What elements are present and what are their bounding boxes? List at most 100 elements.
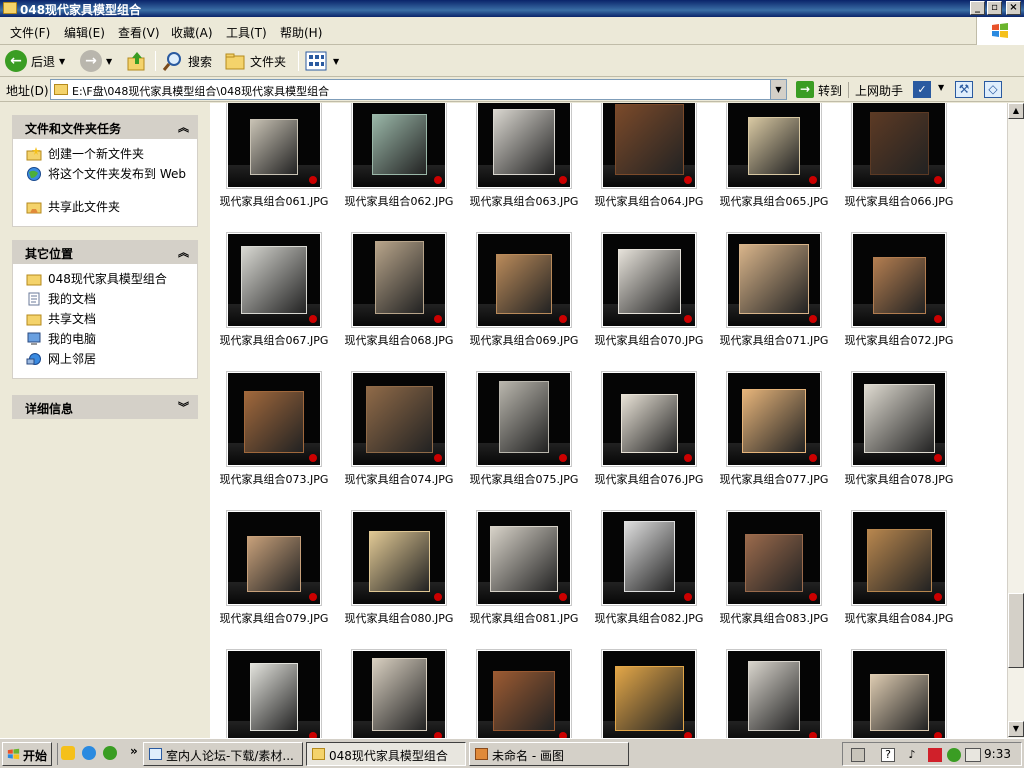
file-name-label[interactable]: 现代家具组合084.JPG xyxy=(834,610,964,626)
file-name-label[interactable]: 现代家具组合080.JPG xyxy=(334,610,464,626)
file-thumbnail[interactable] xyxy=(476,649,572,738)
assistant-check-icon[interactable]: ✓ xyxy=(913,81,931,98)
expand-icon[interactable]: ︾ xyxy=(178,399,189,415)
scroll-thumb[interactable] xyxy=(1008,593,1024,668)
file-name-label[interactable]: 现代家具组合068.JPG xyxy=(334,332,464,348)
quicklaunch-ie-icon[interactable] xyxy=(82,746,96,760)
go-arrow-icon[interactable]: → xyxy=(796,81,814,98)
place-network[interactable]: 网上邻居 xyxy=(21,350,197,370)
file-thumbnail[interactable] xyxy=(726,649,822,738)
file-thumbnail[interactable] xyxy=(601,510,697,606)
file-thumbnail[interactable] xyxy=(226,510,322,606)
file-name-label[interactable]: 现代家具组合065.JPG xyxy=(709,193,839,209)
file-thumbnail[interactable] xyxy=(226,103,322,189)
search-button[interactable]: 搜索 xyxy=(162,49,212,73)
start-button[interactable]: 开始 xyxy=(2,742,52,766)
file-name-label[interactable]: 现代家具组合082.JPG xyxy=(584,610,714,626)
file-name-label[interactable]: 现代家具组合073.JPG xyxy=(210,471,339,487)
views-button[interactable]: ▼ xyxy=(305,49,339,73)
file-thumbnail[interactable] xyxy=(726,232,822,328)
taskbar-button-explorer[interactable]: 048现代家具模型组合 xyxy=(306,742,466,766)
task-publish-web[interactable]: 将这个文件夹发布到 Web xyxy=(21,165,197,198)
file-name-label[interactable]: 现代家具组合066.JPG xyxy=(834,193,964,209)
file-name-label[interactable]: 现代家具组合064.JPG xyxy=(584,193,714,209)
network-tray-icon[interactable] xyxy=(947,748,961,762)
menu-favorites[interactable]: 收藏(A) xyxy=(171,24,213,41)
vertical-scrollbar[interactable]: ▲ ▼ xyxy=(1007,103,1024,738)
back-dropdown-icon[interactable]: ▼ xyxy=(59,57,65,66)
menu-view[interactable]: 查看(V) xyxy=(118,24,160,41)
menu-help[interactable]: 帮助(H) xyxy=(280,24,322,41)
keyboard-icon[interactable] xyxy=(851,748,865,762)
file-thumbnail[interactable] xyxy=(351,232,447,328)
file-thumbnail[interactable] xyxy=(601,232,697,328)
scroll-up-button[interactable]: ▲ xyxy=(1008,103,1024,119)
file-thumbnail[interactable] xyxy=(226,232,322,328)
file-thumbnail[interactable] xyxy=(851,232,947,328)
menu-tools[interactable]: 工具(T) xyxy=(226,24,267,41)
file-thumbnail[interactable] xyxy=(851,649,947,738)
file-thumbnail[interactable] xyxy=(726,103,822,189)
place-shared-documents[interactable]: 共享文档 xyxy=(21,310,197,330)
file-thumbnail[interactable] xyxy=(476,510,572,606)
forward-dropdown-icon[interactable]: ▼ xyxy=(106,57,112,66)
file-thumbnail[interactable] xyxy=(726,371,822,467)
quicklaunch-windows-icon[interactable] xyxy=(61,746,75,760)
folders-button[interactable]: 文件夹 xyxy=(224,49,286,73)
file-thumbnail[interactable] xyxy=(351,649,447,738)
task-share-folder[interactable]: 共享此文件夹 xyxy=(21,198,197,218)
quicklaunch-more-icon[interactable]: » xyxy=(130,744,138,758)
maximize-button[interactable]: ▫ xyxy=(987,1,1002,15)
file-name-label[interactable]: 现代家具组合077.JPG xyxy=(709,471,839,487)
eraser-icon[interactable]: ◇ xyxy=(984,81,1002,98)
help-icon[interactable]: ? xyxy=(881,748,895,762)
file-name-label[interactable]: 现代家具组合069.JPG xyxy=(459,332,589,348)
file-thumbnail[interactable] xyxy=(851,371,947,467)
file-name-label[interactable]: 现代家具组合079.JPG xyxy=(210,610,339,626)
file-name-label[interactable]: 现代家具组合067.JPG xyxy=(210,332,339,348)
file-tasks-header[interactable]: 文件和文件夹任务 ︽ xyxy=(12,115,198,139)
file-thumbnail[interactable] xyxy=(226,371,322,467)
file-name-label[interactable]: 现代家具组合063.JPG xyxy=(459,193,589,209)
file-name-label[interactable]: 现代家具组合076.JPG xyxy=(584,471,714,487)
place-my-computer[interactable]: 我的电脑 xyxy=(21,330,197,350)
file-name-label[interactable]: 现代家具组合062.JPG xyxy=(334,193,464,209)
ime-icon[interactable]: ♪ xyxy=(905,748,919,762)
file-name-label[interactable]: 现代家具组合072.JPG xyxy=(834,332,964,348)
collapse-icon[interactable]: ︽ xyxy=(178,119,189,135)
file-thumbnail[interactable] xyxy=(601,103,697,189)
scroll-down-button[interactable]: ▼ xyxy=(1008,721,1024,737)
file-thumbnail[interactable] xyxy=(226,649,322,738)
file-name-label[interactable]: 现代家具组合083.JPG xyxy=(709,610,839,626)
file-name-label[interactable]: 现代家具组合081.JPG xyxy=(459,610,589,626)
minimize-button[interactable]: _ xyxy=(970,1,985,15)
file-thumbnail[interactable] xyxy=(476,103,572,189)
place-my-documents[interactable]: 我的文档 xyxy=(21,290,197,310)
file-thumbnail[interactable] xyxy=(601,371,697,467)
file-name-label[interactable]: 现代家具组合061.JPG xyxy=(210,193,339,209)
place-parent-folder[interactable]: 048现代家具模型组合 xyxy=(21,270,197,290)
file-name-label[interactable]: 现代家具组合074.JPG xyxy=(334,471,464,487)
menu-edit[interactable]: 编辑(E) xyxy=(64,24,105,41)
back-button[interactable]: ← 后退 ▼ xyxy=(5,49,65,73)
up-folder-button[interactable] xyxy=(126,49,148,73)
address-dropdown-icon[interactable]: ▼ xyxy=(770,80,786,99)
task-new-folder[interactable]: 创建一个新文件夹 xyxy=(21,145,197,165)
file-thumbnail[interactable] xyxy=(351,103,447,189)
details-header[interactable]: 详细信息 ︾ xyxy=(12,395,198,419)
taskbar-button-forum[interactable]: 室内人论坛-下载/素材... xyxy=(143,742,303,766)
quicklaunch-media-icon[interactable] xyxy=(103,746,117,760)
menu-file[interactable]: 文件(F) xyxy=(10,24,50,41)
views-dropdown-icon[interactable]: ▼ xyxy=(333,57,339,66)
file-thumbnail[interactable] xyxy=(851,510,947,606)
file-name-label[interactable]: 现代家具组合070.JPG xyxy=(584,332,714,348)
file-name-label[interactable]: 现代家具组合071.JPG xyxy=(709,332,839,348)
file-thumbnail[interactable] xyxy=(726,510,822,606)
file-thumbnail[interactable] xyxy=(351,510,447,606)
close-button[interactable]: × xyxy=(1006,1,1021,15)
file-thumbnail[interactable] xyxy=(476,371,572,467)
file-thumbnail[interactable] xyxy=(601,649,697,738)
tools-icon[interactable]: ⚒ xyxy=(955,81,973,98)
file-thumbnail[interactable] xyxy=(351,371,447,467)
collapse-icon[interactable]: ︽ xyxy=(178,244,189,260)
